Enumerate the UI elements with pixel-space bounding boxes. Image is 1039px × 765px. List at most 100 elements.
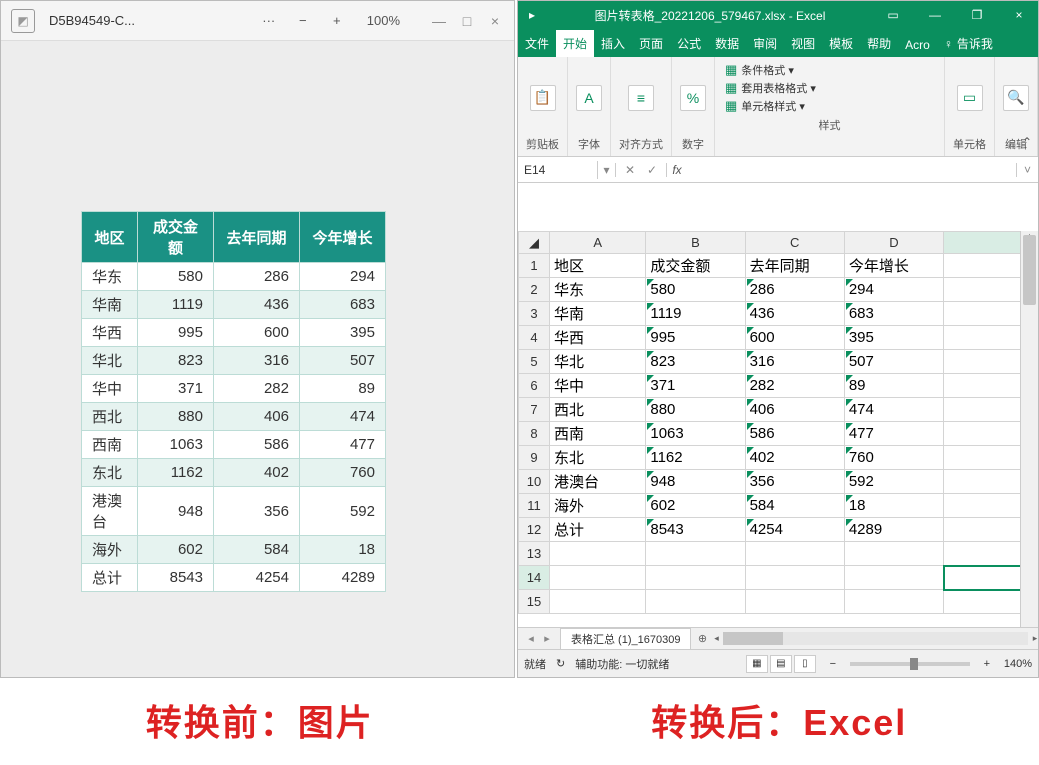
grid-cell[interactable]: 华北 <box>550 350 646 374</box>
grid-cell[interactable]: 602 <box>646 494 745 518</box>
grid-cell[interactable]: 592 <box>844 470 943 494</box>
restore-button[interactable]: ❐ <box>958 1 996 29</box>
cell-style-button[interactable]: ▦单元格样式 ▾ <box>725 97 934 115</box>
row-header[interactable]: 12 <box>519 518 550 542</box>
grid-cell[interactable]: 1119 <box>646 302 745 326</box>
zoom-out-button[interactable]: − <box>826 658 840 670</box>
ribbon-group-number[interactable]: % 数字 <box>672 57 715 156</box>
sheet-tab[interactable]: 表格汇总 (1)_1670309 <box>560 628 691 649</box>
horizontal-scrollbar[interactable]: ◂ ▸ <box>713 628 1038 649</box>
ribbon-group-cells[interactable]: ▭ 单元格 <box>945 57 995 156</box>
ribbon-collapse-button[interactable]: ⌃ <box>1022 135 1032 149</box>
ribbon-group-align[interactable]: ≡ 对齐方式 <box>611 57 672 156</box>
grid-cell[interactable]: 402 <box>745 446 844 470</box>
ribbon-tab-数据[interactable]: 数据 <box>708 30 746 57</box>
ribbon-tab-审阅[interactable]: 审阅 <box>746 30 784 57</box>
minimize-button[interactable]: — <box>916 1 954 29</box>
sheet-nav-next[interactable]: ▸ <box>540 632 554 645</box>
grid-cell[interactable] <box>745 590 844 614</box>
account-button[interactable]: ▭ <box>874 1 912 29</box>
zoom-slider[interactable] <box>850 662 970 666</box>
grid-cell[interactable]: 371 <box>646 374 745 398</box>
row-header[interactable]: 1 <box>519 254 550 278</box>
grid-cell[interactable]: 477 <box>844 422 943 446</box>
grid-cell[interactable]: 507 <box>844 350 943 374</box>
grid-cell[interactable]: 1063 <box>646 422 745 446</box>
select-all-corner[interactable]: ◢ <box>519 232 550 254</box>
ribbon-tab-开始[interactable]: 开始 <box>556 30 594 57</box>
ribbon-tab-页面[interactable]: 页面 <box>632 30 670 57</box>
grid-cell[interactable]: 华东 <box>550 278 646 302</box>
grid-cell[interactable]: 823 <box>646 350 745 374</box>
grid-cell[interactable]: 去年同期 <box>745 254 844 278</box>
ribbon-tab-文件[interactable]: 文件 <box>518 30 556 57</box>
grid-cell[interactable]: 89 <box>844 374 943 398</box>
grid-cell[interactable]: 4289 <box>844 518 943 542</box>
close-button[interactable]: × <box>486 12 504 30</box>
grid-cell[interactable] <box>745 566 844 590</box>
grid-cell[interactable]: 294 <box>844 278 943 302</box>
vertical-scrollbar[interactable]: ▴ ▾ <box>1020 231 1038 649</box>
zoom-in-button[interactable]: + <box>327 11 347 31</box>
grid-cell[interactable]: 683 <box>844 302 943 326</box>
row-header[interactable]: 6 <box>519 374 550 398</box>
grid-cell[interactable] <box>646 542 745 566</box>
grid-cell[interactable] <box>844 566 943 590</box>
grid-cell[interactable]: 华西 <box>550 326 646 350</box>
zoom-out-button[interactable]: − <box>293 11 313 31</box>
ribbon-tab-帮助[interactable]: 帮助 <box>860 30 898 57</box>
grid-cell[interactable]: 356 <box>745 470 844 494</box>
grid-cell[interactable] <box>550 542 646 566</box>
grid-cell[interactable]: 406 <box>745 398 844 422</box>
grid-cell[interactable]: 584 <box>745 494 844 518</box>
row-header[interactable]: 7 <box>519 398 550 422</box>
grid-cell[interactable] <box>550 590 646 614</box>
grid-cell[interactable]: 995 <box>646 326 745 350</box>
grid-cell[interactable]: 580 <box>646 278 745 302</box>
grid-cell[interactable] <box>646 590 745 614</box>
view-layout-button[interactable]: ▤ <box>770 655 792 673</box>
formula-expand-button[interactable]: ˅ <box>1016 163 1038 177</box>
col-header[interactable]: C <box>745 232 844 254</box>
hscroll-left-icon[interactable]: ◂ <box>709 628 723 649</box>
sheet-nav-prev[interactable]: ◂ <box>524 632 538 645</box>
maximize-button[interactable]: □ <box>458 12 476 30</box>
grid-cell[interactable] <box>550 566 646 590</box>
row-header[interactable]: 9 <box>519 446 550 470</box>
formula-enter-button[interactable]: ✓ <box>642 163 662 177</box>
grid-cell[interactable]: 华南 <box>550 302 646 326</box>
col-header[interactable]: A <box>550 232 646 254</box>
ribbon-group-font[interactable]: A 字体 <box>568 57 611 156</box>
grid-cell[interactable]: 948 <box>646 470 745 494</box>
grid-cell[interactable]: 586 <box>745 422 844 446</box>
grid-cell[interactable]: 436 <box>745 302 844 326</box>
row-header[interactable]: 3 <box>519 302 550 326</box>
grid-cell[interactable]: 880 <box>646 398 745 422</box>
row-header[interactable]: 10 <box>519 470 550 494</box>
formula-cancel-button[interactable]: ✕ <box>620 163 640 177</box>
ribbon-tab-公式[interactable]: 公式 <box>670 30 708 57</box>
grid-cell[interactable]: 760 <box>844 446 943 470</box>
more-button[interactable]: ··· <box>259 11 279 31</box>
grid-cell[interactable]: 海外 <box>550 494 646 518</box>
grid-cell[interactable]: 华中 <box>550 374 646 398</box>
hscroll-thumb[interactable] <box>723 632 783 645</box>
row-header[interactable]: 14 <box>519 566 550 590</box>
close-button[interactable]: × <box>1000 1 1038 29</box>
grid-cell[interactable]: 600 <box>745 326 844 350</box>
grid-cell[interactable]: 东北 <box>550 446 646 470</box>
row-header[interactable]: 8 <box>519 422 550 446</box>
name-box-dropdown[interactable]: ▾ <box>598 163 616 177</box>
grid-cell[interactable]: 西北 <box>550 398 646 422</box>
grid-cell[interactable]: 18 <box>844 494 943 518</box>
grid-cell[interactable]: 316 <box>745 350 844 374</box>
scroll-thumb[interactable] <box>1023 235 1036 305</box>
row-header[interactable]: 2 <box>519 278 550 302</box>
grid-cell[interactable]: 西南 <box>550 422 646 446</box>
grid-cell[interactable]: 282 <box>745 374 844 398</box>
spreadsheet-grid[interactable]: ◢ A B C D 1地区成交金额去年同期今年增长2华东5802862943华南… <box>518 231 1038 614</box>
col-header[interactable]: D <box>844 232 943 254</box>
table-format-button[interactable]: ▦套用表格格式 ▾ <box>725 79 934 97</box>
grid-cell[interactable]: 地区 <box>550 254 646 278</box>
zoom-percent[interactable]: 140% <box>1004 658 1032 670</box>
